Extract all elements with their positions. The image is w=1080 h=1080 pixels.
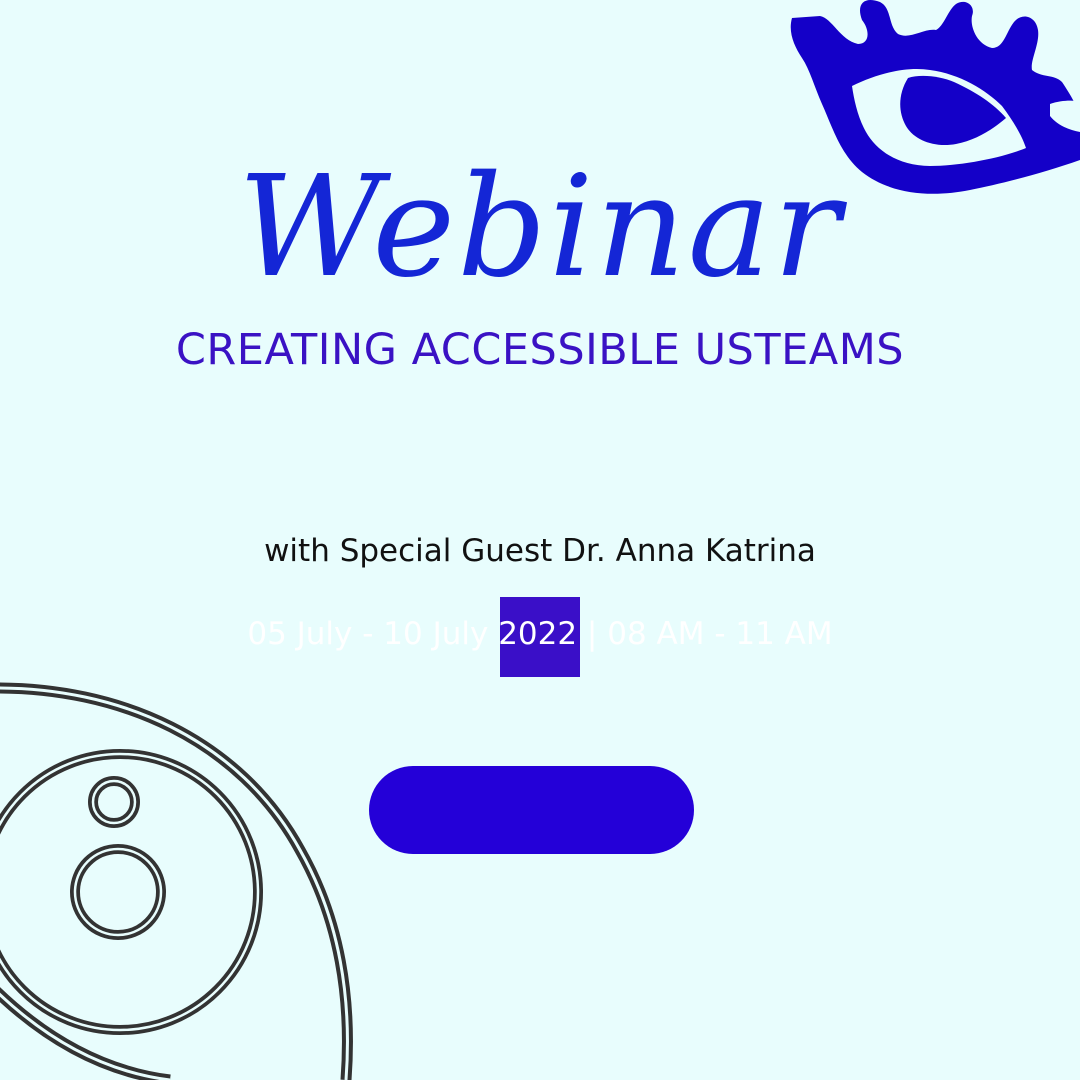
page-title: Webinar <box>237 146 843 309</box>
date-time-line: 05 July - 10 July 2022 | 08 AM - 11 AM <box>0 612 1080 656</box>
register-button[interactable] <box>369 766 694 854</box>
guest-line: with Special Guest Dr. Anna Katrina <box>264 533 816 569</box>
webinar-poster: Webinar CREATING ACCESSIBLE USTEAMS with… <box>0 0 1080 1080</box>
eye-outline-icon <box>0 682 353 1080</box>
date-time-text: 05 July - 10 July 2022 | 08 AM - 11 AM <box>247 616 833 652</box>
webinar-subtitle: CREATING ACCESSIBLE USTEAMS <box>175 325 905 375</box>
